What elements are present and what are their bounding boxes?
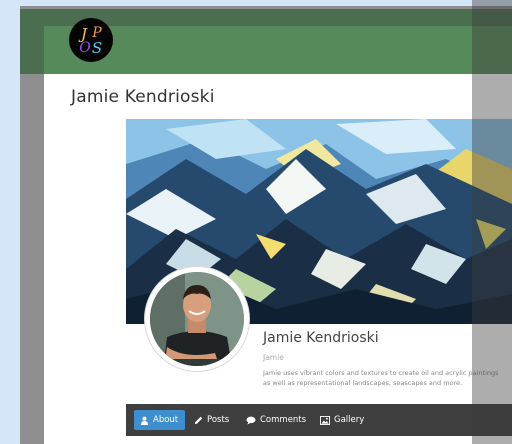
- user-icon: [140, 416, 149, 425]
- tab-comments-label: Comments: [260, 415, 307, 425]
- tab-gallery[interactable]: Gallery: [314, 410, 370, 430]
- tab-posts[interactable]: Posts: [188, 410, 238, 430]
- profile-photo-avatar: [150, 272, 244, 366]
- tab-gallery-label: Gallery: [334, 415, 365, 425]
- profile-bio: Jamie uses vibrant colors and textures t…: [263, 368, 512, 388]
- profile-name: Jamie Kendrioski: [263, 330, 379, 346]
- browser-viewport: J P O S Jamie Kendrioski Jamie Kendriosk…: [20, 6, 512, 444]
- profile-bio-line: as well as representational landscapes, …: [263, 379, 463, 387]
- tab-about-label: About: [153, 415, 179, 425]
- avatar[interactable]: [145, 267, 249, 371]
- image-icon: [320, 415, 330, 425]
- profile-bio-line: Jamie uses vibrant colors and textures t…: [263, 369, 499, 377]
- page-title: Jamie Kendrioski: [71, 87, 215, 107]
- profile-page: Jamie Kendrioski Jamie Kendrioski Jamie …: [44, 74, 512, 444]
- site-header: [44, 26, 512, 74]
- jpos-logo-icon: J P O S: [78, 25, 102, 57]
- profile-username: Jamie: [263, 353, 284, 362]
- svg-text:S: S: [92, 39, 102, 57]
- profile-nav: About Posts Comments Gallery: [126, 404, 512, 436]
- pencil-icon: [194, 416, 203, 424]
- site-logo[interactable]: J P O S: [69, 18, 113, 62]
- comments-icon: [246, 416, 256, 425]
- tab-about[interactable]: About: [134, 410, 185, 430]
- svg-text:O: O: [79, 40, 91, 56]
- tab-posts-label: Posts: [207, 415, 230, 425]
- tab-comments[interactable]: Comments: [240, 410, 312, 430]
